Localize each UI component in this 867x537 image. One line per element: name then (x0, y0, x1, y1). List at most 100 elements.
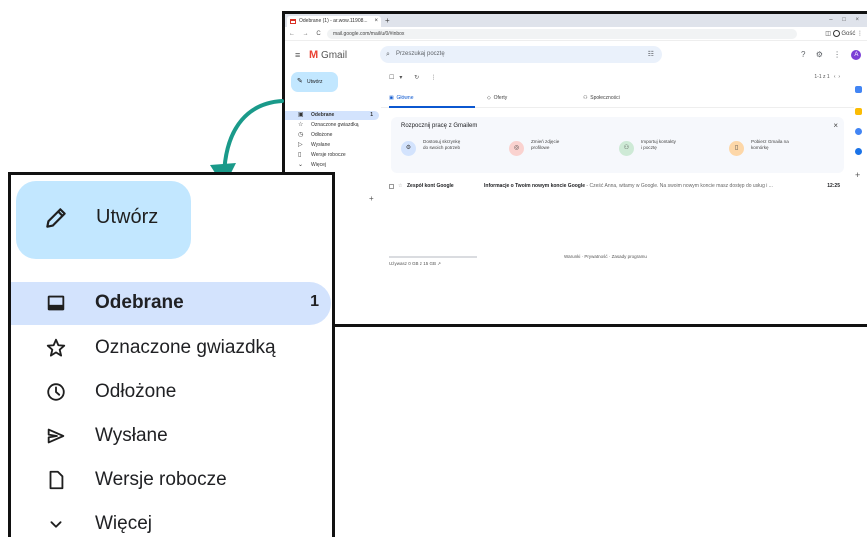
storage-info: Używasz 0 GB z 15 GB ↗ (389, 261, 441, 267)
tab-label: Oferty (493, 95, 508, 101)
card-title: Rozpocznij pracę z Gmailem (401, 123, 478, 129)
search-icon[interactable]: ⌕ (386, 46, 390, 63)
header-icons: ? ⚙ ⋮ A (801, 50, 862, 60)
feature-line2: profilowe (531, 145, 550, 150)
category-tabs: ▣ Główne ◇ Oferty ⚇ Społeczności (381, 90, 854, 108)
people-icon: ⚇ (583, 95, 588, 101)
clock-icon (47, 383, 65, 401)
sidebar-item-label: Więcej (311, 162, 327, 168)
pager: 1-1 z 1 ‹ › (814, 74, 840, 80)
sidebar-item-label: Wersje robocze (311, 152, 346, 158)
browser-profile[interactable]: ◫ Gość ⋮ (825, 27, 863, 41)
search-input[interactable]: ⌕ Przeszukaj pocztę ☷ (380, 46, 662, 63)
gear-icon: ⚙ (401, 141, 416, 156)
email-sender: Zespół kont Google (407, 183, 454, 189)
file-icon (49, 470, 64, 490)
tab-promotions[interactable]: ◇ Oferty (487, 90, 507, 108)
filter-icon[interactable]: ☷ (648, 46, 654, 63)
tab-title: Odebrane (1) - ar.wow.11908... (299, 18, 368, 24)
sidebar-item-label: Odłożone (95, 381, 177, 402)
star-icon[interactable]: ☆ (398, 180, 402, 193)
sidebar-item-label: Wersje robocze (95, 469, 227, 490)
feature-line2: komórkę (751, 145, 769, 150)
browser-nav-buttons[interactable]: ← → C (289, 27, 324, 41)
sidepanel-icon[interactable]: ◫ (825, 31, 831, 37)
pencil-icon: ✎ (297, 78, 303, 85)
inbox-icon (47, 295, 65, 311)
select-all-checkbox[interactable]: ☐▾ (389, 75, 407, 81)
gmail-favicon-icon (290, 19, 296, 24)
footer-links[interactable]: Warunki · Prywatność · Zasady programu (564, 254, 647, 259)
tab-primary[interactable]: ▣ Główne (389, 90, 475, 108)
avatar[interactable]: A (851, 50, 862, 60)
window-controls[interactable]: – □ × (829, 14, 863, 26)
apps-grid-icon[interactable]: ⋮ (833, 50, 845, 59)
small-main-panel: ☐▾ ↻ ⋮ 1-1 z 1 ‹ › ▣ Główne ◇ Oferty ⚇ S… (381, 70, 854, 324)
add-label-button[interactable]: + (369, 194, 374, 203)
sidebar-item-sent[interactable]: Wysłane (11, 415, 332, 458)
row-checkbox[interactable] (389, 184, 394, 189)
next-page-icon[interactable]: › (838, 74, 840, 80)
close-icon[interactable]: × (833, 121, 838, 130)
sidebar-item-label: Odebrane (311, 112, 335, 118)
new-tab-button[interactable]: + (385, 14, 390, 27)
compose-button-small[interactable]: ✎ Utwórz (291, 72, 338, 92)
sidebar-item-drafts[interactable]: Wersje robocze (11, 459, 332, 502)
unread-count: 1 (370, 112, 373, 118)
feature-import-contacts[interactable]: ⚇ Importuj kontakty i pocztę (619, 139, 729, 161)
inbox-icon: ▣ (389, 95, 394, 101)
browser-tab-bar: Odebrane (1) - ar.wow.11908... × + – □ × (285, 14, 867, 27)
browser-menu-icon[interactable]: ⋮ (857, 31, 863, 37)
feature-line2: i pocztę (641, 145, 657, 150)
sidebar-item-starred[interactable]: Oznaczone gwiazdką (11, 327, 332, 370)
email-snippet: - Cześć Anna, witamy w Google. Na swoim … (585, 183, 773, 189)
gmail-m-icon: M (309, 49, 319, 61)
more-icon[interactable]: ⋮ (431, 75, 442, 81)
sidebar-item-label: Odłożone (311, 132, 333, 138)
table-row[interactable]: ☆ Zespół kont Google Informacje o Twoim … (381, 180, 854, 193)
gear-icon[interactable]: ⚙ (816, 50, 827, 59)
main-menu-icon[interactable]: ≡ (295, 50, 300, 60)
keep-icon[interactable] (855, 108, 862, 115)
gmail-logo[interactable]: M Gmail (309, 49, 347, 61)
tasks-icon[interactable] (855, 128, 862, 135)
gmail-brand-text: Gmail (320, 50, 348, 61)
browser-tab[interactable]: Odebrane (1) - ar.wow.11908... × (287, 16, 381, 27)
tag-icon: ◇ (487, 95, 491, 101)
sidebar-item-label: Oznaczone gwiazdką (311, 122, 359, 128)
feature-profile-photo[interactable]: ◎ Zmień zdjęcie profilowe (509, 139, 619, 161)
camera-icon: ◎ (509, 141, 524, 156)
tab-close-icon[interactable]: × (374, 16, 378, 27)
tab-label: Główne (396, 95, 414, 101)
zoomed-sidebar: Utwórz Odebrane 1 Oznaczone gwiazdką Odł… (8, 172, 335, 537)
external-link-icon[interactable]: ↗ (437, 261, 441, 266)
url-field[interactable]: mail.google.com/mail/u/0/#inbox (327, 29, 797, 39)
calendar-icon[interactable] (855, 86, 862, 93)
feature-customize-inbox[interactable]: ⚙ Dostosuj skrzynkę do swoich potrzeb (401, 139, 511, 161)
phone-icon: ▯ (729, 141, 744, 156)
help-icon[interactable]: ? (801, 50, 809, 59)
sidebar-item-more[interactable]: Więcej (11, 503, 332, 537)
pager-text: 1-1 z 1 (814, 74, 830, 80)
tab-social[interactable]: ⚇ Społeczności (583, 90, 620, 108)
storage-bar (389, 256, 477, 258)
list-toolbar: ☐▾ ↻ ⋮ (389, 74, 442, 81)
profile-label: Gość (841, 31, 856, 37)
search-placeholder: Przeszukaj pocztę (396, 51, 445, 57)
feature-line2: do swoich potrzeb (423, 145, 461, 150)
chevron-down-icon (50, 521, 62, 528)
prev-page-icon[interactable]: ‹ (834, 74, 836, 80)
sidebar-item-label: Wysłane (311, 142, 331, 148)
sidebar-item-inbox[interactable]: Odebrane 1 (11, 282, 331, 325)
compose-button[interactable]: Utwórz (16, 181, 191, 259)
address-bar-row: ← → C mail.google.com/mail/u/0/#inbox ◫ … (285, 27, 867, 41)
contacts-icon[interactable] (855, 148, 862, 155)
refresh-icon[interactable]: ↻ (414, 75, 424, 81)
sidebar-item-snoozed[interactable]: Odłożone (11, 371, 332, 414)
compose-label-small: Utwórz (307, 79, 323, 85)
add-person-icon: ⚇ (619, 141, 634, 156)
email-time: 12:25 (827, 183, 840, 189)
send-icon (47, 428, 65, 444)
feature-mobile-app[interactable]: ▯ Pobierz Gmaila na komórkę (729, 139, 839, 161)
add-addon-icon[interactable]: + (855, 170, 860, 180)
